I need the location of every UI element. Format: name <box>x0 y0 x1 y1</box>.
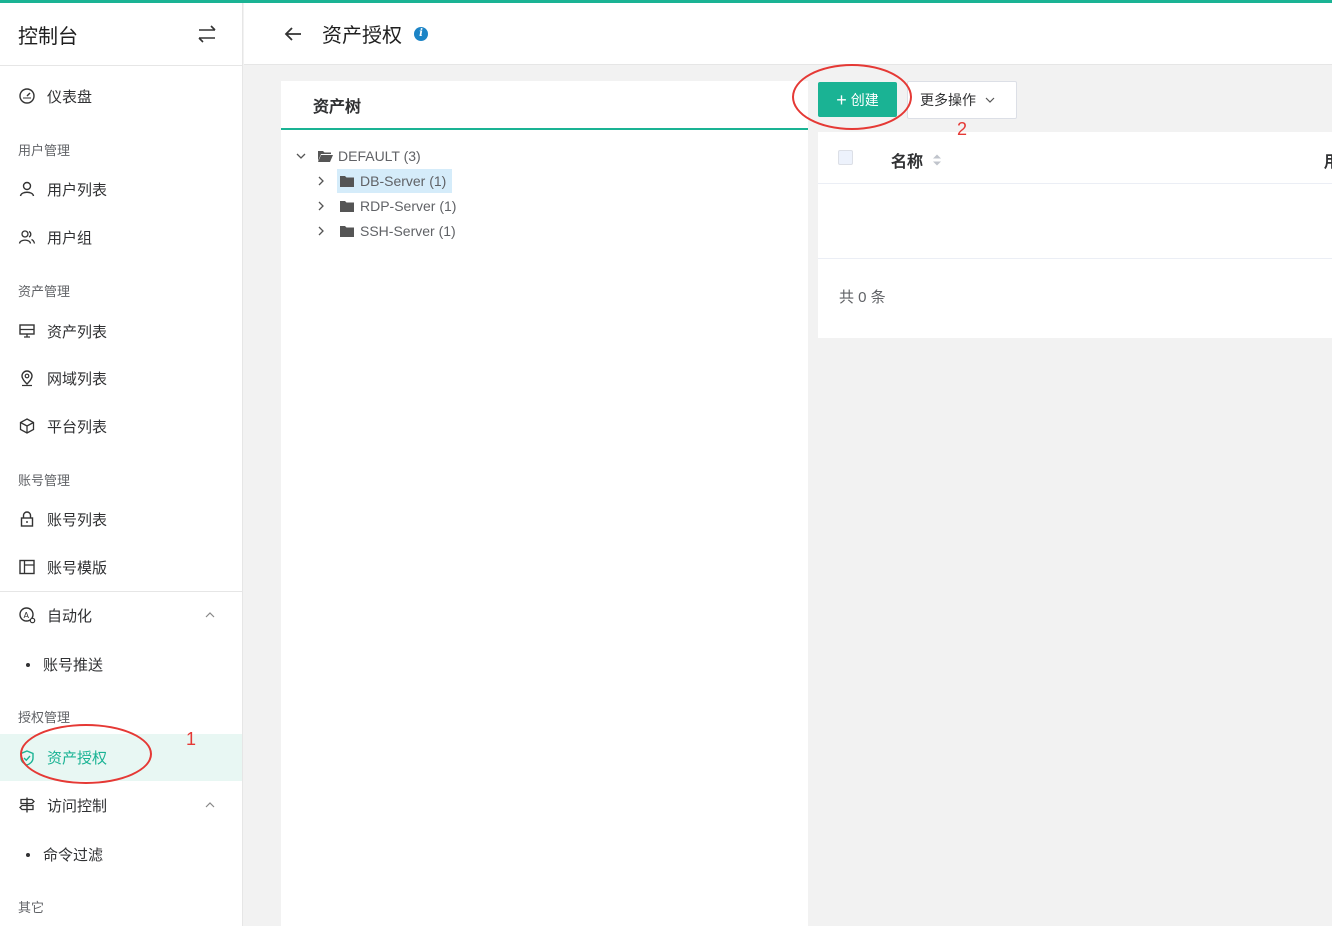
chevron-right-icon[interactable] <box>315 225 327 237</box>
folder-icon <box>340 176 354 187</box>
sidebar-item-access-control[interactable]: 访问控制 <box>0 782 242 828</box>
tree-node-label: RDP-Server (1) <box>360 198 457 214</box>
sidebar-item-label: 用户列表 <box>47 181 108 199</box>
sidebar-item-account-template[interactable]: 账号模版 <box>0 544 242 590</box>
sort-icon[interactable] <box>931 152 943 168</box>
group-other: 其它 <box>18 900 45 915</box>
sidebar-subitem-command-filter[interactable]: 命令过滤 <box>26 844 103 865</box>
annotation-circle-2 <box>792 64 912 130</box>
tree-node-root[interactable]: DEFAULT (3) <box>295 144 421 168</box>
sidebar-item-label: 仪表盘 <box>47 88 93 106</box>
column-header-name[interactable]: 名称 <box>891 148 943 172</box>
folder-icon <box>340 226 354 237</box>
annotation-number-1: 1 <box>186 729 197 749</box>
automation-icon: A <box>18 606 36 624</box>
annotation-number-2: 2 <box>957 119 968 139</box>
arrow-left-icon[interactable] <box>282 23 304 45</box>
chevron-down-icon[interactable] <box>295 150 307 162</box>
group-account-mgmt: 账号管理 <box>18 473 71 488</box>
tree-node-ssh-server[interactable]: SSH-Server (1) <box>315 219 462 243</box>
bullet-icon <box>26 852 30 857</box>
asset-tree-panel: 资产树 DEFAULT (3) DB-Server (1) RDP-Server… <box>281 81 808 926</box>
sidebar-item-label: 用户组 <box>47 229 93 247</box>
sidebar-item-label: 资产列表 <box>47 323 108 341</box>
tree-node-db-server[interactable]: DB-Server (1) <box>315 169 453 193</box>
annotation-circle-1 <box>20 724 152 784</box>
app-title: 控制台 <box>18 25 78 48</box>
select-all-checkbox[interactable] <box>838 150 853 165</box>
folder-open-icon <box>318 151 333 162</box>
permission-table: 名称 用 共 0 条 <box>818 132 1332 338</box>
chevron-right-icon[interactable] <box>315 200 327 212</box>
tree-node-label: SSH-Server (1) <box>360 223 456 239</box>
asset-tree-title: 资产树 <box>281 81 808 130</box>
bullet-icon <box>26 662 30 667</box>
sidebar-item-account-list[interactable]: 账号列表 <box>0 496 242 542</box>
sidebar-item-label: 账号列表 <box>47 511 108 529</box>
group-user-mgmt: 用户管理 <box>18 143 71 158</box>
tree-node-item[interactable]: RDP-Server (1) <box>337 194 462 218</box>
info-icon[interactable]: i <box>414 26 428 41</box>
sidebar-item-domain-list[interactable]: 网域列表 <box>0 355 242 401</box>
group-asset-mgmt: 资产管理 <box>18 284 71 299</box>
page-title: 资产授权 <box>322 25 402 47</box>
sidebar-item-label: 命令过滤 <box>43 847 104 864</box>
swap-icon[interactable] <box>196 23 218 45</box>
sidebar-item-label: 账号模版 <box>47 559 108 577</box>
chevron-up-icon[interactable] <box>204 799 216 811</box>
sidebar-subitem-account-push[interactable]: 账号推送 <box>26 654 103 675</box>
sidebar-item-label: 账号推送 <box>43 657 104 674</box>
signpost-icon <box>18 796 36 814</box>
sidebar-item-automation[interactable]: A 自动化 <box>0 592 242 638</box>
more-actions-dropdown[interactable]: 更多操作 <box>907 81 1017 119</box>
users-icon <box>18 228 36 246</box>
chevron-up-icon[interactable] <box>204 609 216 621</box>
sidebar-item-user-group[interactable]: 用户组 <box>0 214 242 260</box>
tree-node-selected[interactable]: DB-Server (1) <box>337 169 453 193</box>
more-actions-label: 更多操作 <box>920 92 976 108</box>
tree-node-item[interactable]: SSH-Server (1) <box>337 219 462 243</box>
svg-text:A: A <box>24 611 30 620</box>
sidebar-item-label: 访问控制 <box>47 797 108 815</box>
table-empty-body <box>818 184 1332 259</box>
table-header-row: 名称 用 <box>818 132 1332 184</box>
group-perm-mgmt: 授权管理 <box>18 710 71 725</box>
column-header-truncated: 用 <box>1324 148 1332 172</box>
sidebar-item-user-list[interactable]: 用户列表 <box>0 166 242 212</box>
tree-node-label: DB-Server (1) <box>360 173 447 189</box>
sidebar-item-label: 网域列表 <box>47 370 108 388</box>
cube-icon <box>18 417 36 435</box>
sidebar-item-label: 平台列表 <box>47 418 108 436</box>
pagination-total: 共 0 条 <box>839 289 886 306</box>
sidebar-item-label: 自动化 <box>47 607 93 625</box>
layout-icon <box>18 558 36 576</box>
folder-icon <box>340 201 354 212</box>
column-header-label: 名称 <box>891 154 924 171</box>
user-icon <box>18 180 36 198</box>
sidebar: 控制台 仪表盘 用户管理 用户列表 用户组 资产管理 资产列表 网域列表 平台列… <box>0 3 243 926</box>
lock-icon <box>18 510 36 528</box>
tree-node-rdp-server[interactable]: RDP-Server (1) <box>315 194 462 218</box>
location-icon <box>18 369 36 387</box>
sidebar-header: 控制台 <box>0 3 242 66</box>
tree-node-label: DEFAULT (3) <box>338 148 421 164</box>
page-header: 资产授权 i <box>244 3 1332 65</box>
sidebar-item-dashboard[interactable]: 仪表盘 <box>0 73 242 119</box>
chevron-down-icon <box>985 97 995 103</box>
dashboard-icon <box>18 87 36 105</box>
sidebar-item-asset-list[interactable]: 资产列表 <box>0 308 242 354</box>
chevron-right-icon[interactable] <box>315 175 327 187</box>
monitor-icon <box>18 322 36 340</box>
sidebar-item-platform-list[interactable]: 平台列表 <box>0 403 242 449</box>
